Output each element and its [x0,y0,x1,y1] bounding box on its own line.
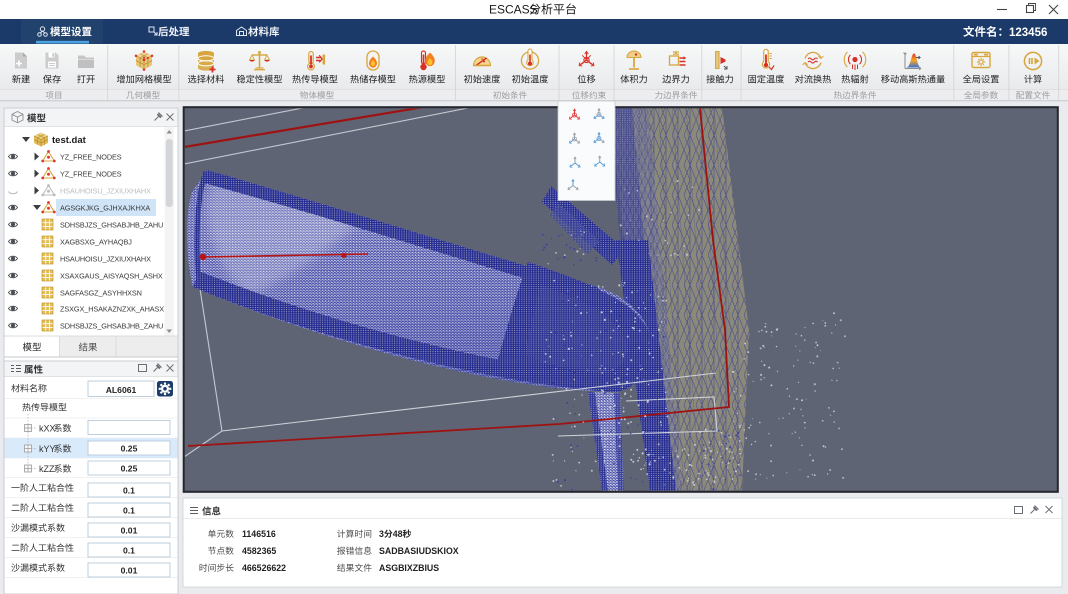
svg-text:48: 48 [393,529,403,539]
svg-text:SDHSBJZS_GHSABJHB_ZAHU: SDHSBJZS_GHSABJHB_ZAHU [60,322,163,331]
svg-text:ASGBIXZBIUS: ASGBIXZBIUS [379,563,439,573]
svg-text:4582365: 4582365 [242,546,276,556]
svg-text:AGSGKJKG_GJHXAJKHXA: AGSGKJKG_GJHXAJKHXA [60,204,150,213]
svg-text:test.dat: test.dat [52,135,87,146]
svg-text:0.25: 0.25 [121,463,138,473]
svg-text:HSAUHOISU_JZXIUXHAHX: HSAUHOISU_JZXIUXHAHX [60,187,151,196]
svg-text:0.01: 0.01 [121,565,138,575]
svg-text:SAGFASGZ_ASYHHXSN: SAGFASGZ_ASYHHXSN [60,289,142,298]
svg-text:0.1: 0.1 [123,505,135,515]
svg-text:SDHSBJZS_GHSABJHB_ZAHU: SDHSBJZS_GHSABJHB_ZAHU [60,221,163,230]
svg-text:1146516: 1146516 [242,529,276,539]
svg-text:ZSXGX_HSAKAZNZXK_AHASX: ZSXGX_HSAKAZNZXK_AHASX [60,305,164,314]
svg-text:0.1: 0.1 [123,545,135,555]
svg-text:3: 3 [379,529,384,539]
svg-text:kZZ: kZZ [39,464,55,474]
svg-text:kXX: kXX [39,423,56,433]
svg-text:YZ_FREE_NODES: YZ_FREE_NODES [60,170,122,179]
svg-text:HSAUHOISU_JZXIUXHAHX: HSAUHOISU_JZXIUXHAHX [60,255,151,264]
svg-text:0.25: 0.25 [121,443,138,453]
svg-text:XSAXGAUS_AISYAQSH_ASHX: XSAXGAUS_AISYAQSH_ASHX [60,272,163,281]
svg-text:123456: 123456 [1009,27,1047,39]
svg-text:0.1: 0.1 [123,485,135,495]
svg-text:XAGBSXG_AYHAQBJ: XAGBSXG_AYHAQBJ [60,238,132,247]
svg-text:0.01: 0.01 [121,525,138,535]
svg-text:kYY: kYY [39,444,56,454]
svg-text:SADBASIUDSKIOX: SADBASIUDSKIOX [379,546,459,556]
svg-text:466526622: 466526622 [242,563,286,573]
svg-text:AL6061: AL6061 [106,385,137,395]
svg-text:YZ_FREE_NODES: YZ_FREE_NODES [60,153,122,162]
